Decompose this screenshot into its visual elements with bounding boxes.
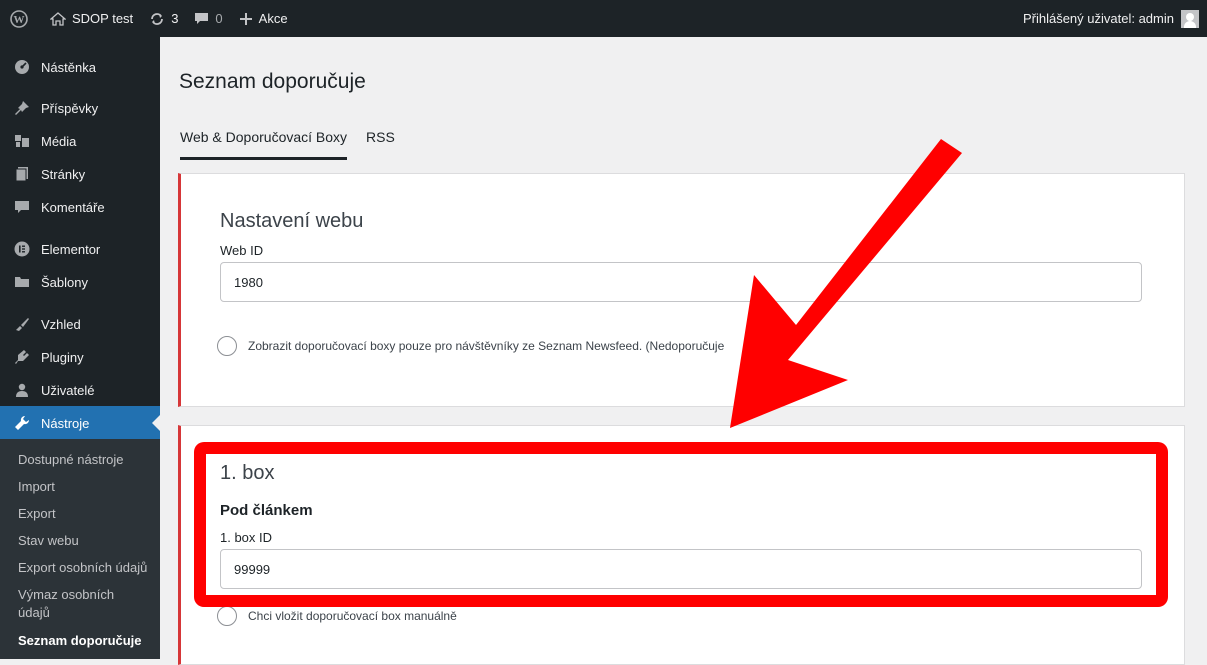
sidebar-item-label: Nástěnka bbox=[41, 59, 96, 75]
web-settings-card: Nastavení webu Web ID 1980 Zobrazit dopo… bbox=[178, 173, 1185, 407]
manual-insert-label: Chci vložit doporučovací box manuálně bbox=[248, 609, 457, 623]
admin-sidebar: Nástěnka Příspěvky Média Stránky Komentá… bbox=[0, 37, 160, 659]
sidebar-item-comments[interactable]: Komentáře bbox=[0, 190, 160, 224]
web-id-input[interactable]: 1980 bbox=[220, 262, 1142, 302]
web-id-label: Web ID bbox=[220, 243, 264, 258]
tab-web-boxes[interactable]: Web & Doporučovací Boxy bbox=[180, 129, 348, 160]
manual-insert-option: Chci vložit doporučovací box manuálně bbox=[217, 606, 457, 626]
newsfeed-only-checkbox[interactable] bbox=[217, 336, 237, 356]
submenu-item-available-tools[interactable]: Dostupné nástroje bbox=[18, 451, 158, 469]
users-icon bbox=[12, 380, 32, 400]
sidebar-item-dashboard[interactable]: Nástěnka bbox=[0, 50, 160, 84]
web-settings-heading: Nastavení webu bbox=[220, 210, 364, 232]
submenu-item-export-personal-data[interactable]: Export osobních údajů bbox=[18, 559, 158, 577]
admin-bar: W SDOP test 3 0 Akce Přihlášený uživatel… bbox=[0, 0, 1207, 37]
tab-rss[interactable]: RSS bbox=[366, 129, 395, 160]
sidebar-item-plugins[interactable]: Pluginy bbox=[0, 340, 160, 374]
sidebar-item-label: Média bbox=[41, 133, 77, 149]
plugins-icon bbox=[12, 347, 32, 367]
box1-heading: 1. box bbox=[220, 462, 275, 484]
wordpress-logo-button[interactable]: W bbox=[0, 0, 42, 37]
nav-tabs: Web & Doporučovací Boxy RSS bbox=[180, 129, 414, 160]
comments-count: 0 bbox=[215, 11, 223, 26]
folder-icon bbox=[12, 272, 32, 292]
box1-subheading: Pod článkem bbox=[220, 502, 313, 519]
plus-icon bbox=[239, 12, 253, 26]
comments-icon bbox=[12, 197, 32, 217]
updates-link[interactable]: 3 bbox=[141, 0, 186, 37]
comment-bubble-icon bbox=[194, 12, 209, 26]
sidebar-item-pages[interactable]: Stránky bbox=[0, 157, 160, 191]
sidebar-item-elementor[interactable]: Elementor bbox=[0, 232, 160, 266]
media-icon bbox=[12, 131, 32, 151]
sidebar-item-label: Pluginy bbox=[41, 349, 84, 365]
comments-link[interactable]: 0 bbox=[186, 0, 230, 37]
sidebar-item-tools[interactable]: Nástroje bbox=[0, 406, 160, 440]
box1-id-input[interactable]: 99999 bbox=[220, 549, 1142, 589]
sidebar-item-label: Šablony bbox=[41, 274, 88, 290]
pin-icon bbox=[12, 98, 32, 118]
box1-id-label: 1. box ID bbox=[220, 530, 273, 545]
sidebar-item-label: Vzhled bbox=[41, 316, 81, 332]
submenu-item-export[interactable]: Export bbox=[18, 505, 158, 523]
site-name-link[interactable]: SDOP test bbox=[42, 0, 141, 37]
svg-text:W: W bbox=[14, 14, 25, 26]
box1-card: 1. box Pod článkem 1. box ID 99999 Chci … bbox=[178, 425, 1185, 665]
page-title: Seznam doporučuje bbox=[179, 70, 366, 93]
submenu-item-seznam-doporucuje[interactable]: Seznam doporučuje bbox=[18, 632, 158, 650]
pages-icon bbox=[12, 164, 32, 184]
sidebar-item-appearance[interactable]: Vzhled bbox=[0, 307, 160, 341]
submenu-item-site-health[interactable]: Stav webu bbox=[18, 532, 158, 550]
submenu-item-import[interactable]: Import bbox=[18, 478, 158, 496]
sidebar-item-label: Stránky bbox=[41, 166, 86, 182]
manual-insert-checkbox[interactable] bbox=[217, 606, 237, 626]
newsfeed-only-option: Zobrazit doporučovací boxy pouze pro náv… bbox=[217, 336, 724, 356]
sidebar-item-label: Komentáře bbox=[41, 199, 105, 215]
elementor-icon bbox=[12, 239, 32, 259]
sidebar-item-media[interactable]: Média bbox=[0, 124, 160, 158]
sidebar-item-label: Nástroje bbox=[41, 415, 90, 431]
newsfeed-only-label: Zobrazit doporučovací boxy pouze pro náv… bbox=[248, 339, 725, 353]
site-name: SDOP test bbox=[72, 11, 134, 26]
appearance-icon bbox=[12, 314, 32, 334]
updates-count: 3 bbox=[171, 11, 179, 26]
sidebar-item-posts[interactable]: Příspěvky bbox=[0, 91, 160, 125]
wordpress-logo-icon: W bbox=[10, 9, 28, 28]
sidebar-item-users[interactable]: Uživatelé bbox=[0, 373, 160, 407]
avatar bbox=[1181, 9, 1199, 28]
updates-icon bbox=[149, 11, 165, 27]
new-content-link[interactable]: Akce bbox=[231, 0, 296, 37]
home-icon bbox=[50, 11, 66, 26]
tools-submenu: Dostupné nástroje Import Export Stav web… bbox=[0, 439, 160, 659]
account-label: Přihlášený uživatel: admin bbox=[1022, 11, 1174, 26]
sidebar-item-label: Příspěvky bbox=[41, 100, 99, 116]
my-account-link[interactable]: Přihlášený uživatel: admin bbox=[1015, 0, 1207, 37]
sidebar-item-label: Uživatelé bbox=[41, 382, 95, 398]
new-label: Akce bbox=[258, 11, 288, 26]
main-content: Seznam doporučuje Web & Doporučovací Box… bbox=[160, 37, 1207, 665]
wrench-icon bbox=[12, 413, 32, 433]
submenu-item-erase-personal-data[interactable]: Výmaz osobních údajů bbox=[18, 586, 138, 622]
dashboard-icon bbox=[12, 57, 32, 77]
sidebar-item-label: Elementor bbox=[41, 241, 101, 257]
sidebar-item-templates[interactable]: Šablony bbox=[0, 265, 160, 299]
